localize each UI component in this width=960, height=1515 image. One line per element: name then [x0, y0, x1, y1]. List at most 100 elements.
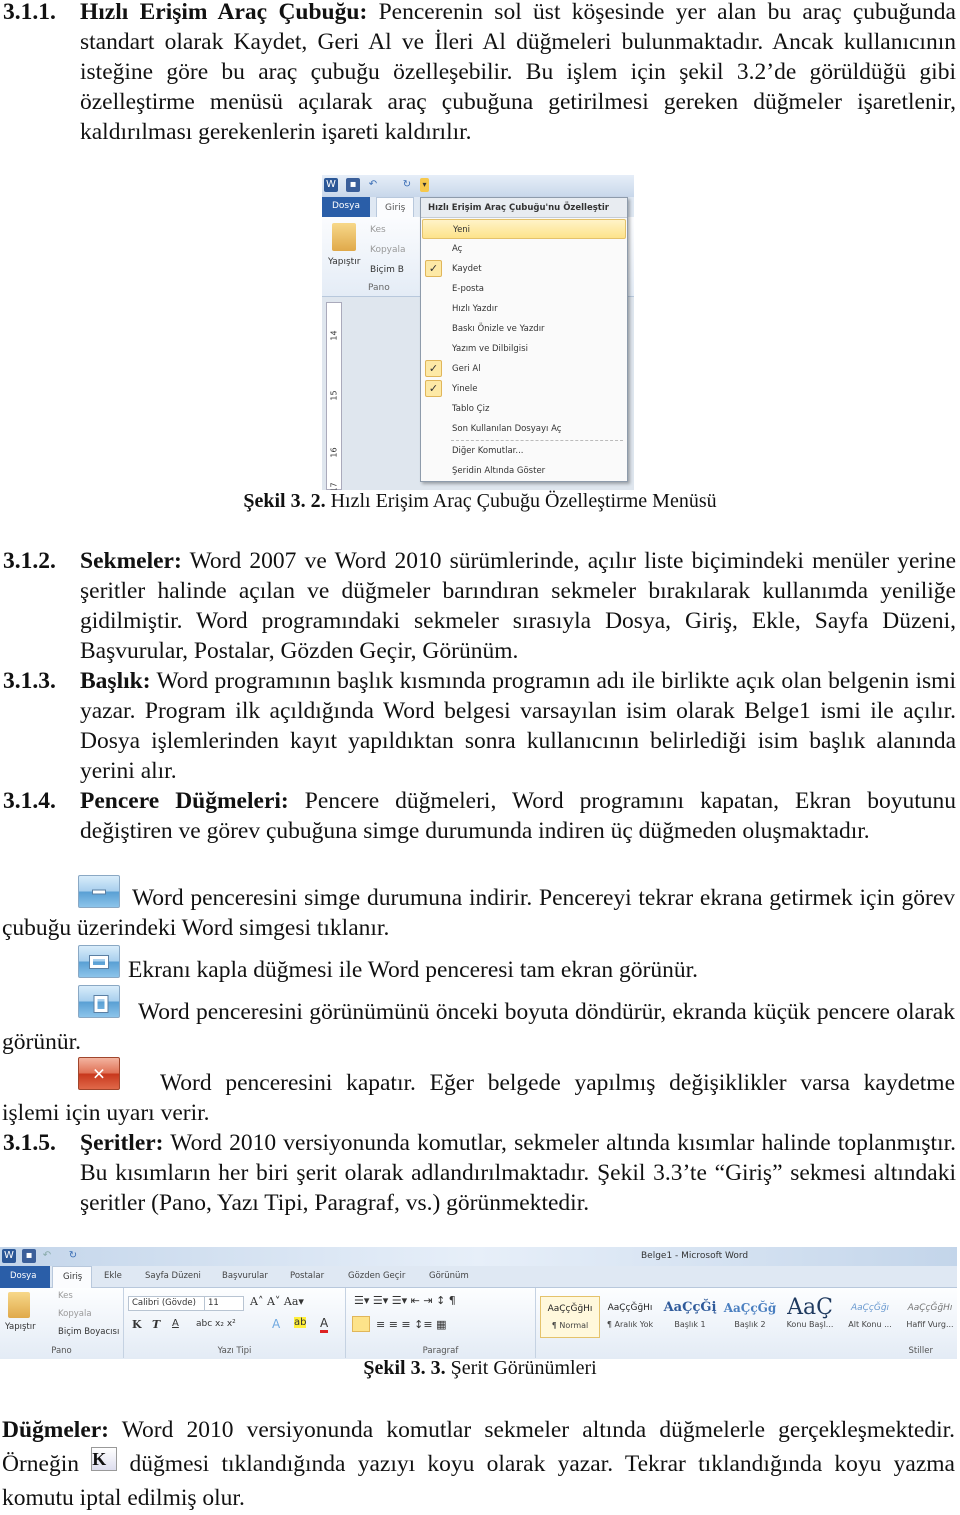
style-name: ¶ Normal: [551, 1321, 589, 1330]
section-text: Word 2010 versiyonunda komutlar, sekmele…: [80, 1130, 956, 1216]
highlight-icon[interactable]: ab: [294, 1317, 307, 1328]
underline-button[interactable]: A: [172, 1318, 179, 1329]
menu-item[interactable]: Aç: [422, 239, 626, 259]
copy-button[interactable]: Kopyala: [58, 1309, 92, 1319]
font-name-select[interactable]: Calibri (Gövde): [128, 1296, 206, 1311]
menu-title: Hızlı Erişim Araç Çubuğu'nu Özelleştir: [421, 198, 627, 218]
section-title: Sekmeler:: [80, 548, 182, 574]
figure-ribbon: W ▪ ↶ ↻ Belge1 - Microsoft Word Dosya Gi…: [0, 1247, 957, 1359]
section-number: 3.1.5.: [3, 1130, 56, 1156]
menu-item[interactable]: Yazım ve Dilbilgisi: [422, 339, 626, 359]
paste-button[interactable]: Yapıştır: [328, 257, 360, 267]
tab-sayfa-duzeni[interactable]: Sayfa Düzeni: [145, 1271, 201, 1281]
tab-gozden-gecir[interactable]: Gözden Geçir: [348, 1271, 405, 1281]
group-label: Paragraf: [422, 1346, 459, 1356]
paste-button[interactable]: Yapıştır: [5, 1322, 36, 1332]
bold-button[interactable]: K: [132, 1318, 142, 1331]
font-size-select[interactable]: 11: [204, 1296, 244, 1311]
grow-font-button[interactable]: A˄ A˅ Aa▾: [250, 1295, 304, 1308]
tab-ekle[interactable]: Ekle: [104, 1271, 122, 1281]
menu-item[interactable]: Şeridin Altında Göster: [422, 461, 626, 481]
restore-description: Word penceresini görünümünü önceki boyut…: [2, 999, 955, 1055]
style-gallery-item[interactable]: AaÇçĞğHı ¶ Aralık Yok: [600, 1296, 660, 1338]
format-painter-button[interactable]: Biçim B: [370, 265, 404, 275]
tab-giris[interactable]: Giriş: [52, 1266, 92, 1288]
minimize-description: Word penceresini simge durumuna indirir.…: [2, 885, 955, 941]
section-text: Word programının başlık kısmında program…: [80, 668, 956, 784]
redo-icon[interactable]: ↻: [66, 1249, 80, 1263]
section-3-1-4: 3.1.4. Pencere Düğmeleri: Pencere düğmel…: [0, 786, 956, 846]
section-number: 3.1.3.: [3, 668, 56, 694]
menu-item[interactable]: Diğer Komutlar...: [422, 441, 626, 461]
align-left-button[interactable]: [352, 1316, 370, 1332]
style-gallery-item[interactable]: AaÇçĞį Başlık 1: [660, 1296, 720, 1338]
redo-icon[interactable]: ↻: [400, 178, 414, 192]
text-effects-icon[interactable]: A: [272, 1317, 280, 1331]
group-label: Pano: [51, 1346, 72, 1356]
style-name: Başlık 2: [734, 1320, 766, 1329]
copy-button[interactable]: Kopyala: [370, 245, 406, 255]
tab-dosya[interactable]: Dosya: [322, 197, 370, 218]
save-icon[interactable]: ▪: [346, 178, 360, 192]
group-label: Yazı Tipi: [217, 1346, 252, 1356]
style-gallery-item[interactable]: AaÇ Konu Başl...: [780, 1296, 840, 1338]
save-icon[interactable]: ▪: [22, 1249, 36, 1263]
menu-item-label: Tablo Çiz: [452, 404, 490, 414]
style-gallery-item[interactable]: AaÇçĞğHı ¶ Normal: [540, 1296, 600, 1338]
figure-quick-access-menu: W ▪ ↶ ↻ ▾ Dosya Giriş Yapıştır Kes Kopya…: [322, 175, 634, 490]
style-name: ¶ Aralık Yok: [606, 1320, 654, 1329]
close-description: Word penceresini kapatır. Eğer belgede y…: [2, 1070, 955, 1126]
customize-dropdown-icon[interactable]: ▾: [420, 178, 429, 192]
group-pano: Yapıştır Kes Kopyala Biçim Boyacısı Pano: [0, 1288, 124, 1358]
checkmark-icon: ✓: [425, 380, 442, 397]
strikethrough-button[interactable]: abc x₂ x²: [196, 1319, 236, 1329]
format-painter-button[interactable]: Biçim Boyacısı: [58, 1327, 119, 1337]
section-title: Başlık:: [80, 668, 151, 694]
cut-button[interactable]: Kes: [58, 1291, 73, 1301]
menu-item[interactable]: Tablo Çiz: [422, 399, 626, 419]
menu-item-label: Geri Al: [452, 364, 481, 374]
tab-postalar[interactable]: Postalar: [290, 1271, 324, 1281]
ribbon: Yapıştır Kes Kopyala Biçim Boyacısı Pano…: [0, 1288, 957, 1359]
bullets-icon[interactable]: ☰▾ ☰▾ ☰▾ ⇤ ⇥ ↕ ¶: [354, 1294, 456, 1307]
font-color-icon[interactable]: A: [320, 1316, 329, 1333]
buttons-paragraph: Düğmeler: Word 2010 versiyonunda komutla…: [2, 1417, 955, 1511]
menu-item[interactable]: Son Kullanılan Dosyayı Aç: [422, 419, 626, 439]
menu-item[interactable]: Baskı Önizle ve Yazdır: [422, 319, 626, 339]
tab-gorunum[interactable]: Görünüm: [429, 1271, 469, 1281]
italic-button[interactable]: T: [152, 1318, 160, 1331]
style-name: Hafif Vurg...: [906, 1320, 954, 1329]
tab-basvurular[interactable]: Başvurular: [222, 1271, 268, 1281]
ribbon-tabs: Dosya Giriş Ekle Sayfa Düzeni Başvurular…: [0, 1266, 957, 1288]
section-3-1-3: 3.1.3. Başlık: Word programının başlık k…: [0, 666, 956, 786]
section-3-1-1: 3.1.1. Hızlı Erişim Araç Çubuğu: Pencere…: [0, 0, 956, 147]
tab-dosya[interactable]: Dosya: [0, 1266, 50, 1288]
menu-item-label: E-posta: [452, 284, 485, 294]
undo-icon[interactable]: ↶: [366, 178, 380, 192]
section-number: 3.1.4.: [3, 788, 56, 814]
menu-item[interactable]: E-posta: [422, 279, 626, 299]
figure-caption-3-3: Şekil 3. 3. Şerit Görünümleri: [363, 1357, 597, 1379]
style-preview: AaÇ: [787, 1296, 833, 1320]
menu-item[interactable]: Yeni: [422, 219, 626, 239]
style-gallery-item[interactable]: AaÇçĞğ Başlık 2: [720, 1296, 780, 1338]
style-gallery-item[interactable]: AaÇçĞğı Alt Konu ...: [840, 1296, 900, 1338]
menu-item-label: Kaydet: [452, 264, 482, 274]
style-gallery-item[interactable]: AaÇçĞğHı Hafif Vurg...: [900, 1296, 957, 1338]
menu-item[interactable]: ✓ Geri Al: [422, 359, 626, 379]
group-stiller: AaÇçĞğHı ¶ Normal AaÇçĞğHı ¶ Aralık Yok AaÇç…: [536, 1288, 957, 1358]
menu-item[interactable]: ✓ Kaydet: [422, 259, 626, 279]
align-icons[interactable]: ≡ ≡ ≡ ↕≡ ▦: [376, 1318, 446, 1331]
menu-item[interactable]: ✓ Yinele: [422, 379, 626, 399]
section-title: Pencere Düğmeleri:: [80, 788, 289, 814]
menu-item-label: Son Kullanılan Dosyayı Aç: [452, 424, 562, 434]
cut-button[interactable]: Kes: [370, 225, 386, 235]
group-label: Stiller: [908, 1346, 933, 1356]
title-bar: W ▪ ↶ ↻ Belge1 - Microsoft Word: [0, 1247, 957, 1266]
undo-icon[interactable]: ↶: [40, 1249, 54, 1263]
tab-giris[interactable]: Giriş: [376, 197, 415, 218]
menu-item[interactable]: Hızlı Yazdır: [422, 299, 626, 319]
checkmark-icon: ✓: [425, 260, 442, 277]
bold-k-icon: K: [91, 1447, 118, 1471]
menu-item-label: Aç: [452, 244, 463, 254]
